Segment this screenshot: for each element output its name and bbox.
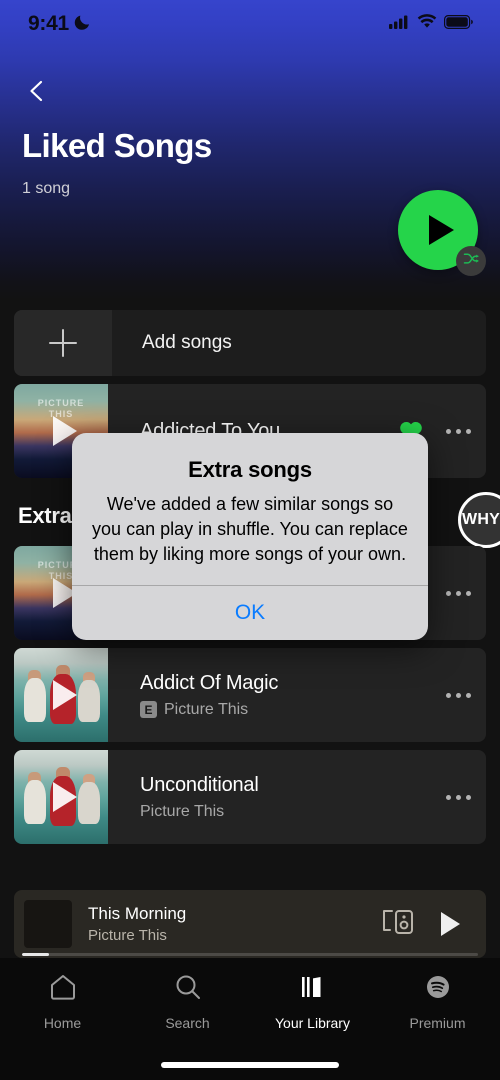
album-art (14, 750, 108, 844)
now-playing-title: This Morning (88, 904, 187, 923)
plus-icon (14, 310, 112, 376)
now-playing-bar[interactable]: This Morning Picture This (14, 890, 486, 958)
nav-label-home: Home (43, 1015, 82, 1031)
battery-icon (444, 14, 474, 34)
nav-label-your-library: Your Library (275, 1015, 350, 1031)
nav-label-premium: Premium (409, 1015, 466, 1031)
play-icon (429, 215, 454, 245)
status-bar: 9:41 (0, 0, 500, 48)
add-songs-row[interactable]: Add songs (14, 310, 486, 376)
explicit-badge: E (140, 701, 157, 718)
add-songs-label: Add songs (142, 332, 232, 353)
more-options-icon[interactable] (430, 750, 486, 844)
song-title: Unconditional (140, 773, 259, 796)
alert-message: We've added a few similar songs so you c… (92, 494, 408, 564)
home-icon (48, 972, 78, 1007)
alert-title: Extra songs (188, 457, 312, 482)
now-playing-artist: Picture This (88, 927, 167, 944)
song-meta: Unconditional Picture This (108, 774, 430, 821)
home-indicator (161, 1062, 339, 1068)
spotify-logo-icon (423, 972, 453, 1007)
play-icon (53, 782, 77, 812)
alert-ok-button[interactable]: OK (72, 586, 428, 640)
page-title: Liked Songs (22, 127, 212, 164)
now-playing-progress-bar[interactable] (22, 953, 478, 956)
album-art (14, 648, 108, 742)
chevron-left-icon (24, 78, 50, 109)
play-icon (440, 912, 460, 936)
nav-item-home[interactable]: Home (0, 972, 125, 1031)
why-badge-button[interactable]: WHY? (458, 492, 500, 548)
shuffle-button[interactable] (456, 246, 486, 276)
playlist-header: Liked Songs 1 song (0, 127, 500, 198)
status-bar-left: 9:41 (28, 12, 93, 37)
play-icon (53, 680, 77, 710)
song-artist: Picture This (164, 700, 249, 718)
more-options-icon[interactable] (430, 546, 486, 640)
moon-icon (73, 12, 93, 37)
spotify-liked-songs-screen: 9:41 Liked Songs 1 song Add songs PICTUR… (0, 0, 500, 1080)
back-button[interactable] (14, 70, 60, 116)
song-artist-line: Picture This (140, 803, 430, 821)
more-options-icon[interactable] (430, 384, 486, 478)
connect-to-device-icon (381, 908, 415, 941)
now-playing-album-art (24, 900, 72, 948)
library-icon (298, 972, 328, 1007)
search-icon (173, 972, 203, 1007)
table-row[interactable]: Addict Of Magic E Picture This (14, 648, 486, 742)
play-shuffle-control (398, 190, 486, 276)
status-bar-clock: 9:41 (28, 12, 69, 35)
song-artist-line: E Picture This (140, 701, 430, 719)
song-artist: Picture This (140, 802, 225, 820)
nav-item-your-library[interactable]: Your Library (250, 972, 375, 1031)
shuffle-icon (463, 250, 480, 272)
alert-body: Extra songs We've added a few similar so… (72, 433, 428, 585)
status-bar-right (389, 14, 474, 34)
table-row[interactable]: Unconditional Picture This (14, 750, 486, 844)
bottom-navigation: Home Search Your Library Premium (0, 958, 500, 1080)
progress-fill (22, 953, 50, 956)
nav-label-search: Search (165, 1015, 210, 1031)
nav-item-search[interactable]: Search (125, 972, 250, 1031)
now-playing-meta: This Morning Picture This (72, 904, 372, 944)
now-playing-play-button[interactable] (424, 912, 476, 936)
connect-to-device-button[interactable] (372, 908, 424, 941)
nav-item-premium[interactable]: Premium (375, 972, 500, 1031)
more-options-icon[interactable] (430, 648, 486, 742)
song-meta: Addict Of Magic E Picture This (108, 672, 430, 719)
song-title: Addict Of Magic (140, 671, 279, 694)
extra-songs-alert-dialog: Extra songs We've added a few similar so… (72, 433, 428, 640)
cellular-signal-icon (389, 15, 410, 34)
wifi-icon (417, 14, 437, 34)
